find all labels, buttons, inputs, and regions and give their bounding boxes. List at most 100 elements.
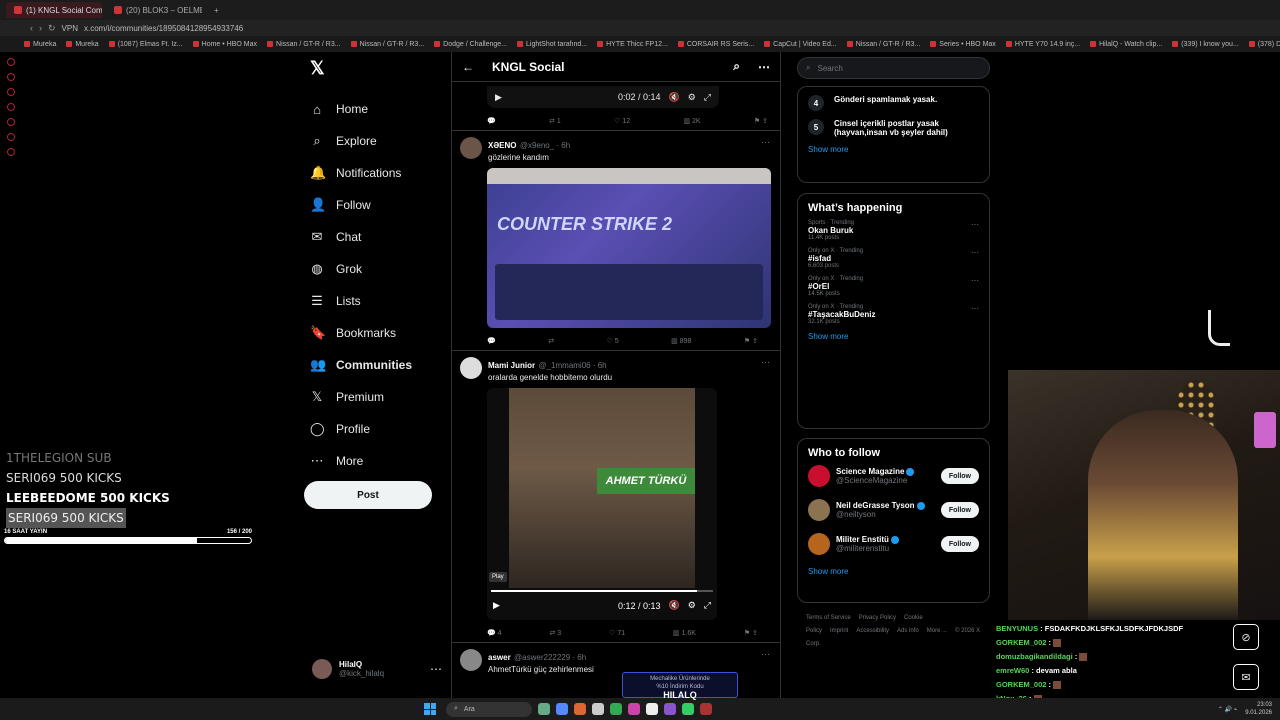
app-icon[interactable] bbox=[610, 703, 622, 715]
sidebar-app-icon[interactable] bbox=[7, 88, 15, 96]
views-icon[interactable]: ▥ 2K bbox=[683, 117, 700, 125]
bookmark-item[interactable]: HilalQ - Watch clip... bbox=[1090, 41, 1162, 48]
repost-icon[interactable]: ⇄ bbox=[548, 337, 554, 345]
bookmark-item[interactable]: LightShot tarafınd... bbox=[517, 41, 587, 48]
sidebar-app-icon[interactable] bbox=[7, 73, 15, 81]
app-icon[interactable] bbox=[646, 703, 658, 715]
more-icon[interactable]: ⋯ bbox=[430, 662, 442, 676]
app-icon[interactable] bbox=[574, 703, 586, 715]
tab-blok3[interactable]: (20) BLOK3 – OELME İSTE bbox=[106, 2, 202, 18]
bookmark-icon[interactable]: ⚑ ⇪ bbox=[744, 337, 758, 345]
footer-link[interactable]: Ads info bbox=[897, 628, 919, 634]
account-switcher[interactable]: HilalQ @kick_hilalq ⋯ bbox=[312, 659, 442, 679]
post[interactable]: aswer @aswer222229 · 6h AhmetTürkü güç z… bbox=[452, 642, 780, 674]
post-image[interactable]: COUNTER STRIKE 2 bbox=[487, 168, 771, 328]
bookmark-item[interactable]: Series • HBO Max bbox=[930, 41, 996, 48]
reply-icon[interactable]: 💬 4 bbox=[487, 629, 502, 637]
windows-start-icon[interactable] bbox=[424, 703, 436, 715]
more-icon[interactable]: ⋯ bbox=[971, 304, 979, 313]
settings-icon[interactable]: ⚙ bbox=[688, 600, 696, 611]
nav-item-explore[interactable]: ⌕ Explore bbox=[304, 125, 444, 157]
nav-item-notifications[interactable]: 🔔 Notifications bbox=[304, 157, 444, 189]
suggestion-name[interactable]: Neil deGrasse Tyson bbox=[836, 501, 935, 510]
footer-link[interactable]: Imprint bbox=[830, 628, 848, 634]
more-icon[interactable]: ⋯ bbox=[761, 137, 770, 148]
nav-item-lists[interactable]: ☰ Lists bbox=[304, 285, 444, 317]
footer-link[interactable]: Privacy Policy bbox=[859, 615, 896, 621]
search-icon[interactable]: ⌕ bbox=[733, 59, 740, 74]
app-icon[interactable] bbox=[592, 703, 604, 715]
follow-button[interactable]: Follow bbox=[940, 536, 979, 552]
avatar[interactable] bbox=[460, 649, 482, 671]
back-icon[interactable]: ‹ bbox=[30, 23, 33, 33]
like-icon[interactable]: ♡ 12 bbox=[614, 117, 630, 125]
post-author[interactable]: XƏENO bbox=[488, 141, 516, 150]
nav-item-bookmarks[interactable]: 🔖 Bookmarks bbox=[304, 317, 444, 349]
tray-icons[interactable]: ⌃ 🔊 ⌁ bbox=[1218, 706, 1237, 713]
like-icon[interactable]: ♡ 71 bbox=[609, 629, 625, 637]
post[interactable]: XƏENO @x9eno_ · 6h gözlerine kandım ⋯ CO… bbox=[452, 130, 780, 350]
more-icon[interactable]: ⋯ bbox=[758, 60, 770, 74]
bookmark-item[interactable]: Nissan / GT-R / R3... bbox=[267, 41, 341, 48]
mail-icon[interactable]: ✉ bbox=[1233, 664, 1259, 690]
more-icon[interactable]: ⋯ bbox=[971, 220, 979, 229]
post-button[interactable]: Post bbox=[304, 481, 432, 509]
address-bar[interactable]: ‹ › ↻ VPN x.com/i/communities/1895084128… bbox=[0, 20, 1280, 36]
reply-icon[interactable]: 💬 bbox=[487, 337, 496, 345]
avatar[interactable] bbox=[460, 137, 482, 159]
mute-icon[interactable]: 🔇 bbox=[669, 92, 680, 103]
x-logo-icon[interactable]: 𝕏 bbox=[310, 58, 444, 79]
footer-link[interactable]: Accessibility bbox=[856, 628, 889, 634]
bookmark-icon[interactable]: ⚑ ⇪ bbox=[744, 629, 758, 637]
post-author[interactable]: aswer bbox=[488, 653, 511, 662]
mute-icon[interactable]: 🔇 bbox=[669, 600, 680, 611]
nav-item-more[interactable]: ⋯ More bbox=[304, 445, 444, 477]
clock[interactable]: 23:03 9.01.2026 bbox=[1245, 701, 1272, 717]
settings-icon[interactable]: ⚙ bbox=[688, 92, 696, 103]
nav-item-home[interactable]: ⌂ Home bbox=[304, 93, 444, 125]
chat-username[interactable]: GORKEM_002 bbox=[996, 638, 1046, 647]
sidebar-app-icon[interactable] bbox=[7, 133, 15, 141]
search-input[interactable]: ⌕ Search bbox=[797, 57, 990, 79]
avatar[interactable] bbox=[808, 499, 830, 521]
forward-icon[interactable]: › bbox=[39, 23, 42, 33]
bookmark-item[interactable]: (378) Dublaj sandı... bbox=[1248, 41, 1280, 48]
app-icon[interactable] bbox=[538, 703, 550, 715]
bookmark-item[interactable]: (1087) Elmas Ft. Iz... bbox=[108, 41, 183, 48]
vpn-badge[interactable]: VPN bbox=[62, 24, 78, 33]
no-entry-icon[interactable]: ⊘ bbox=[1233, 624, 1259, 650]
chat-username[interactable]: emreW60 bbox=[996, 666, 1029, 675]
like-icon[interactable]: ♡ 5 bbox=[607, 337, 619, 345]
bookmark-item[interactable]: Nissan / GT-R / R3... bbox=[846, 41, 920, 48]
views-icon[interactable]: ▥ 1.6K bbox=[673, 629, 696, 637]
repost-icon[interactable]: ⇄ 1 bbox=[549, 117, 561, 125]
trend-item[interactable]: Only on X · Trending #OrEl 14.5K posts ⋯ bbox=[808, 276, 979, 297]
show-more-link[interactable]: Show more bbox=[808, 145, 979, 154]
bookmark-item[interactable]: CapCut | Video Ed... bbox=[764, 41, 837, 48]
trend-item[interactable]: Sports · Trending Okan Buruk 11.4K posts ⋯ bbox=[808, 220, 979, 241]
taskbar-search[interactable]: ⌕ Ara bbox=[446, 701, 532, 717]
app-icon[interactable] bbox=[700, 703, 712, 715]
app-icon[interactable] bbox=[556, 703, 568, 715]
views-icon[interactable]: ▥ 898 bbox=[671, 337, 691, 345]
reload-icon[interactable]: ↻ bbox=[48, 23, 56, 34]
avatar[interactable] bbox=[808, 465, 830, 487]
bookmark-item[interactable]: HYTE Thicc FP12... bbox=[597, 41, 668, 48]
nav-item-grok[interactable]: ◍ Grok bbox=[304, 253, 444, 285]
footer-link[interactable]: Terms of Service bbox=[806, 615, 851, 621]
trend-item[interactable]: Only on X · Trending #isfad 6,603 posts ⋯ bbox=[808, 248, 979, 269]
app-icon[interactable] bbox=[664, 703, 676, 715]
app-icon[interactable] bbox=[628, 703, 640, 715]
nav-item-premium[interactable]: 𝕏 Premium bbox=[304, 381, 444, 413]
fullscreen-icon[interactable]: ⤢ bbox=[704, 600, 711, 611]
suggestion-name[interactable]: Militer Enstitü bbox=[836, 535, 935, 544]
chat-username[interactable]: domuzbagikandildagi bbox=[996, 652, 1073, 661]
avatar[interactable] bbox=[460, 357, 482, 379]
bookmark-item[interactable]: HYTE Y70 14.9 inç... bbox=[1005, 41, 1080, 48]
bookmark-item[interactable]: Mureka bbox=[24, 41, 56, 48]
bookmark-item[interactable]: Dodge / Challenge... bbox=[434, 41, 507, 48]
post-video[interactable]: AHMET TÜRKÜ Play ▶ 0:12 / 0:13 🔇 ⚙ ⤢ bbox=[487, 388, 717, 620]
sidebar-app-icon[interactable] bbox=[7, 148, 15, 156]
more-icon[interactable]: ⋯ bbox=[971, 276, 979, 285]
sidebar-app-icon[interactable] bbox=[7, 103, 15, 111]
